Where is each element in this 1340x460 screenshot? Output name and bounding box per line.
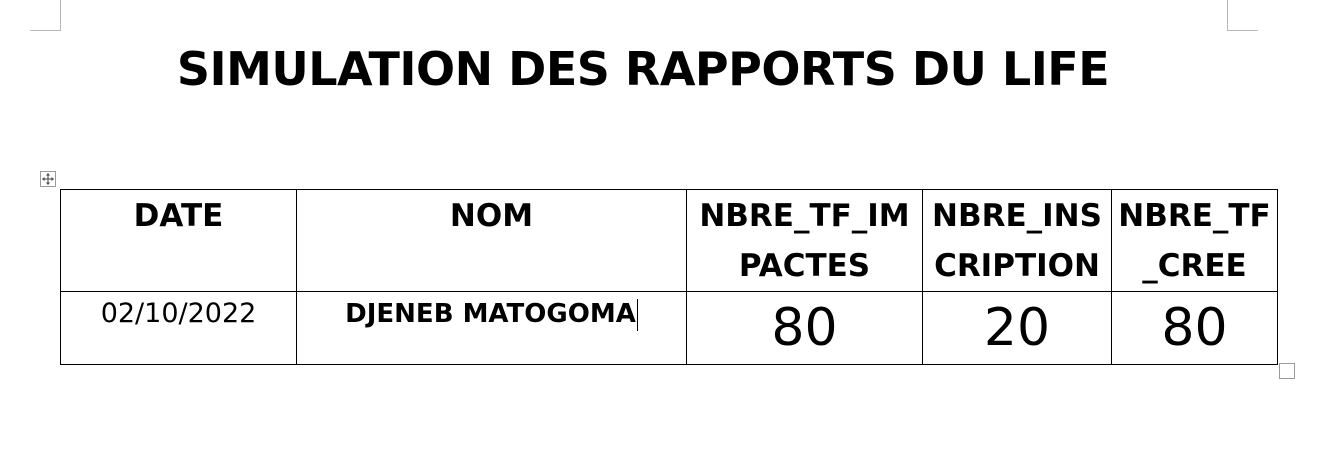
table-resize-handle[interactable]: [1279, 363, 1295, 379]
table-header-row: DATE NOM NBRE_TF_IMPACTES NBRE_INSCRIPTI…: [60, 189, 1278, 292]
report-table: DATE NOM NBRE_TF_IMPACTES NBRE_INSCRIPTI…: [60, 189, 1278, 365]
cell-nom[interactable]: DJENEB MATOGOMA: [296, 291, 687, 365]
cell-nbre-inscription[interactable]: 20: [922, 291, 1112, 365]
document-title: SIMULATION DES RAPPORTS DU LIFE: [176, 42, 1110, 96]
header-nbre-tf-impactes[interactable]: NBRE_TF_IMPACTES: [686, 189, 923, 292]
header-date[interactable]: DATE: [60, 189, 297, 292]
page-corner-mark-top-left: [30, 0, 61, 31]
text-cursor: [636, 298, 638, 331]
header-nom[interactable]: NOM: [296, 189, 687, 292]
cell-nbre-tf-impactes[interactable]: 80: [686, 291, 923, 365]
header-nbre-tf-cree[interactable]: NBRE_TF_CREE: [1111, 189, 1278, 292]
page-corner-mark-top-right: [1227, 0, 1258, 31]
cell-nbre-tf-cree[interactable]: 80: [1111, 291, 1278, 365]
move-arrows-icon: [42, 173, 54, 185]
table-row: 02/10/2022 DJENEB MATOGOMA 80 20 80: [60, 291, 1278, 365]
cell-nom-text: DJENEB MATOGOMA: [345, 299, 636, 329]
header-nbre-inscription[interactable]: NBRE_INSCRIPTION: [922, 189, 1112, 292]
table-move-handle[interactable]: [40, 171, 56, 187]
cell-date[interactable]: 02/10/2022: [60, 291, 297, 365]
